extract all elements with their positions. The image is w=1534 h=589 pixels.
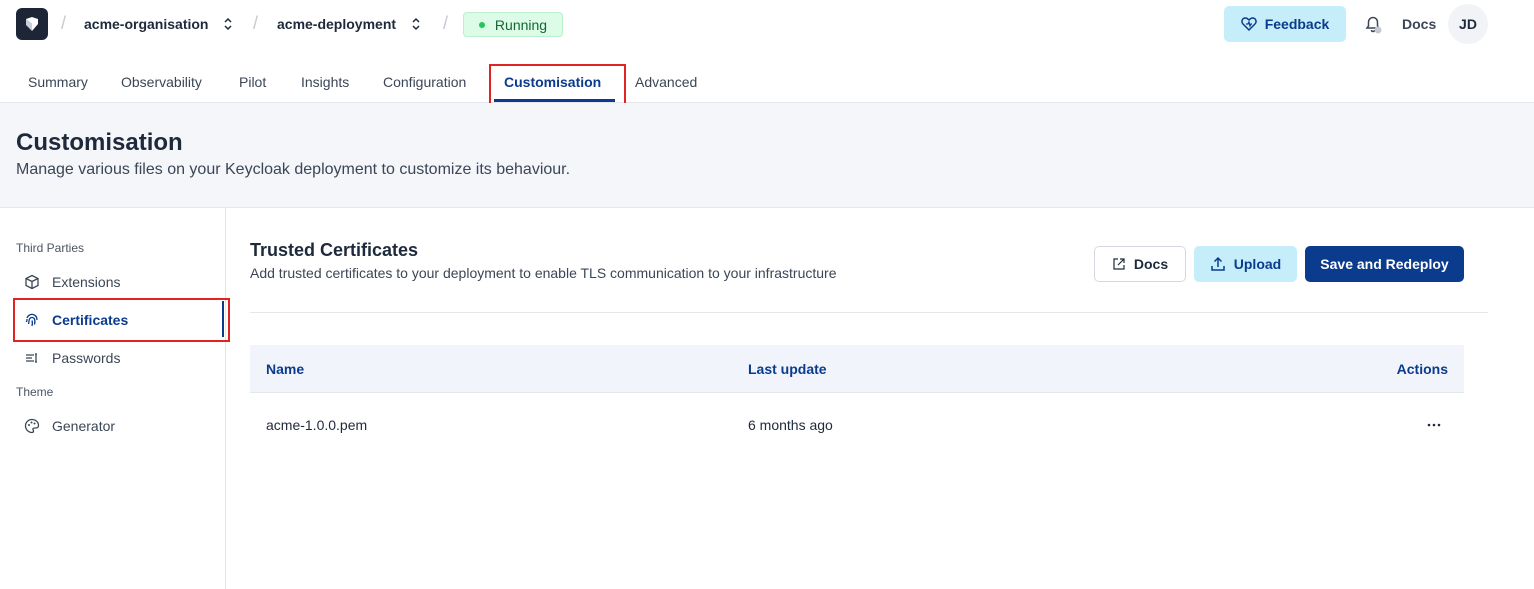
tab-configuration[interactable]: Configuration bbox=[383, 74, 466, 90]
tab-insights[interactable]: Insights bbox=[301, 74, 349, 90]
feedback-label: Feedback bbox=[1264, 16, 1330, 32]
tab-advanced[interactable]: Advanced bbox=[635, 74, 697, 90]
more-horizontal-icon bbox=[1427, 423, 1441, 427]
notifications-button[interactable] bbox=[1362, 13, 1384, 35]
docs-button[interactable]: Docs bbox=[1094, 246, 1186, 282]
highlight-box bbox=[13, 298, 230, 342]
certificates-table: Name Last update Actions acme-1.0.0.pem … bbox=[250, 345, 1464, 457]
chevron-up-down-icon bbox=[224, 17, 233, 31]
organisation-switcher[interactable]: acme-organisation bbox=[84, 16, 234, 32]
section-description: Add trusted certificates to your deploym… bbox=[250, 265, 837, 281]
status-label: Running bbox=[494, 16, 548, 33]
upload-button[interactable]: Upload bbox=[1194, 246, 1297, 282]
avatar[interactable]: JD bbox=[1448, 4, 1488, 44]
section-title: Trusted Certificates bbox=[250, 240, 419, 260]
highlight-box bbox=[489, 64, 626, 106]
text-cursor-icon bbox=[26, 353, 37, 363]
top-bar: / acme-organisation / acme-deployment / … bbox=[0, 0, 1534, 48]
upload-icon bbox=[1211, 256, 1225, 271]
breadcrumb-separator: / bbox=[61, 13, 67, 33]
save-button-label: Save and Redeploy bbox=[1320, 256, 1449, 272]
palette-icon bbox=[24, 418, 40, 434]
deployment-name: acme-deployment bbox=[277, 16, 397, 32]
chevron-up-down-icon bbox=[412, 17, 420, 31]
upload-button-label: Upload bbox=[1233, 256, 1282, 272]
organisation-name: acme-organisation bbox=[84, 16, 209, 32]
deployment-switcher[interactable]: acme-deployment bbox=[277, 16, 422, 32]
cube-icon bbox=[25, 274, 39, 290]
certificate-name: acme-1.0.0.pem bbox=[266, 417, 368, 433]
divider bbox=[250, 312, 1488, 313]
sidebar-item-label: Generator bbox=[52, 418, 116, 434]
customisation-sidebar: Third Parties Extensions Certificates Pa… bbox=[0, 208, 226, 589]
docs-button-label: Docs bbox=[1133, 256, 1169, 272]
sidebar-section-third-parties: Third Parties bbox=[16, 241, 85, 255]
sidebar-item-label: Extensions bbox=[52, 274, 121, 290]
bell-icon bbox=[1365, 16, 1382, 34]
column-header-actions: Actions bbox=[1396, 361, 1448, 377]
avatar-initials: JD bbox=[1459, 16, 1477, 32]
certificate-last-update: 6 months ago bbox=[748, 417, 833, 433]
status-badge: Running bbox=[463, 12, 563, 37]
docs-link[interactable]: Docs bbox=[1402, 16, 1436, 32]
row-actions-button[interactable] bbox=[1422, 413, 1446, 437]
external-link-icon bbox=[1113, 258, 1125, 270]
tab-observability[interactable]: Observability bbox=[121, 74, 202, 90]
table-row: acme-1.0.0.pem 6 months ago bbox=[250, 393, 1464, 457]
page-header: Customisation Manage various files on yo… bbox=[0, 103, 1534, 208]
breadcrumb-separator: / bbox=[253, 13, 259, 33]
tab-pilot[interactable]: Pilot bbox=[239, 74, 266, 90]
deployment-tabs: Summary Observability Pilot Insights Con… bbox=[0, 62, 1534, 103]
table-header: Name Last update Actions bbox=[250, 345, 1464, 393]
sidebar-section-theme: Theme bbox=[16, 385, 54, 399]
page-title: Customisation bbox=[16, 129, 183, 156]
status-dot-icon bbox=[478, 21, 485, 28]
feedback-button[interactable]: Feedback bbox=[1224, 6, 1346, 42]
breadcrumb-separator: / bbox=[443, 13, 449, 33]
heart-icon bbox=[1240, 17, 1257, 32]
save-and-redeploy-button[interactable]: Save and Redeploy bbox=[1305, 246, 1464, 282]
column-header-name[interactable]: Name bbox=[266, 361, 304, 377]
sidebar-item-generator[interactable]: Generator bbox=[14, 409, 222, 443]
page-subtitle: Manage various files on your Keycloak de… bbox=[16, 161, 571, 178]
column-header-last-update[interactable]: Last update bbox=[748, 361, 827, 377]
sidebar-item-label: Passwords bbox=[52, 350, 121, 366]
tab-summary[interactable]: Summary bbox=[28, 74, 88, 90]
sidebar-item-passwords[interactable]: Passwords bbox=[14, 341, 222, 375]
sidebar-item-extensions[interactable]: Extensions bbox=[14, 265, 222, 299]
app-logo[interactable] bbox=[16, 8, 48, 40]
logo-icon bbox=[26, 17, 38, 31]
